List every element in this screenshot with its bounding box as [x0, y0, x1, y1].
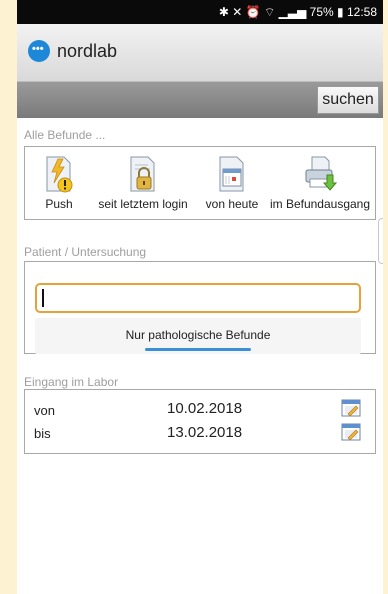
befunde-categories-box: Push seit letztem login von heute im Bef… — [24, 146, 376, 220]
category-since-last-login[interactable]: seit letztem login — [88, 155, 198, 211]
search-button[interactable]: suchen — [317, 86, 379, 114]
mute-icon: ✕ — [232, 5, 243, 19]
pathological-only-toggle[interactable]: Nur pathologische Befunde — [35, 318, 361, 354]
clock: 12:58 — [346, 5, 377, 19]
category-since-last-login-label: seit letztem login — [98, 197, 188, 211]
app-screen: ✱ ✕ ⏰ ⌔ ▁▃▅ 75% ▮ 12:58 ••• nordlab such… — [17, 0, 383, 594]
category-push-label: Push — [45, 197, 73, 211]
nordlab-logo-icon: ••• — [28, 40, 50, 62]
von-date[interactable]: 10.02.2018 — [167, 400, 242, 417]
bis-calendar-icon[interactable] — [341, 423, 361, 441]
category-push[interactable]: Push — [34, 155, 84, 211]
calendar-document-icon — [219, 156, 244, 192]
text-cursor — [42, 289, 44, 307]
von-label: von — [34, 403, 55, 418]
von-calendar-icon[interactable] — [341, 399, 361, 417]
locked-document-icon — [130, 156, 155, 192]
alarm-icon: ⏰ — [245, 5, 261, 19]
bis-date[interactable]: 13.02.2018 — [167, 424, 242, 441]
eingang-section-label: Eingang im Labor — [24, 375, 119, 389]
category-today[interactable]: von heute — [199, 155, 265, 211]
app-title: nordlab — [57, 41, 118, 61]
wifi-icon: ⌔ — [263, 5, 276, 19]
patient-box: Nur pathologische Befunde — [24, 261, 376, 354]
befunde-section-label: Alle Befunde ... — [24, 128, 106, 142]
category-outbox[interactable]: im Befundausgang — [267, 155, 373, 211]
toolbar: suchen — [17, 82, 383, 118]
push-document-icon — [46, 156, 73, 193]
category-outbox-label: im Befundausgang — [269, 197, 371, 211]
pathological-only-label: Nur pathologische Befunde — [125, 328, 271, 342]
patient-search-input[interactable] — [35, 283, 361, 313]
signal-icon: ▁▃▅ — [278, 5, 307, 19]
status-icons: ✱ ✕ ⏰ ⌔ ▁▃▅ 75% ▮ 12:58 — [219, 5, 377, 20]
status-bar: ✱ ✕ ⏰ ⌔ ▁▃▅ 75% ▮ 12:58 — [17, 0, 383, 24]
category-today-label: von heute — [205, 197, 259, 211]
battery-icon: ▮ — [337, 5, 344, 19]
app-bar: ••• nordlab — [17, 24, 383, 82]
eingang-box: von 10.02.2018 bis 13.02.2018 — [24, 389, 376, 454]
patient-section-label: Patient / Untersuchung — [24, 245, 147, 259]
printer-outbox-icon — [305, 156, 337, 191]
side-panel-handle[interactable] — [378, 218, 383, 264]
battery-percent: 75% — [309, 5, 334, 19]
bluetooth-icon: ✱ — [218, 5, 229, 19]
toggle-indicator — [145, 348, 251, 351]
bis-label: bis — [34, 426, 51, 441]
